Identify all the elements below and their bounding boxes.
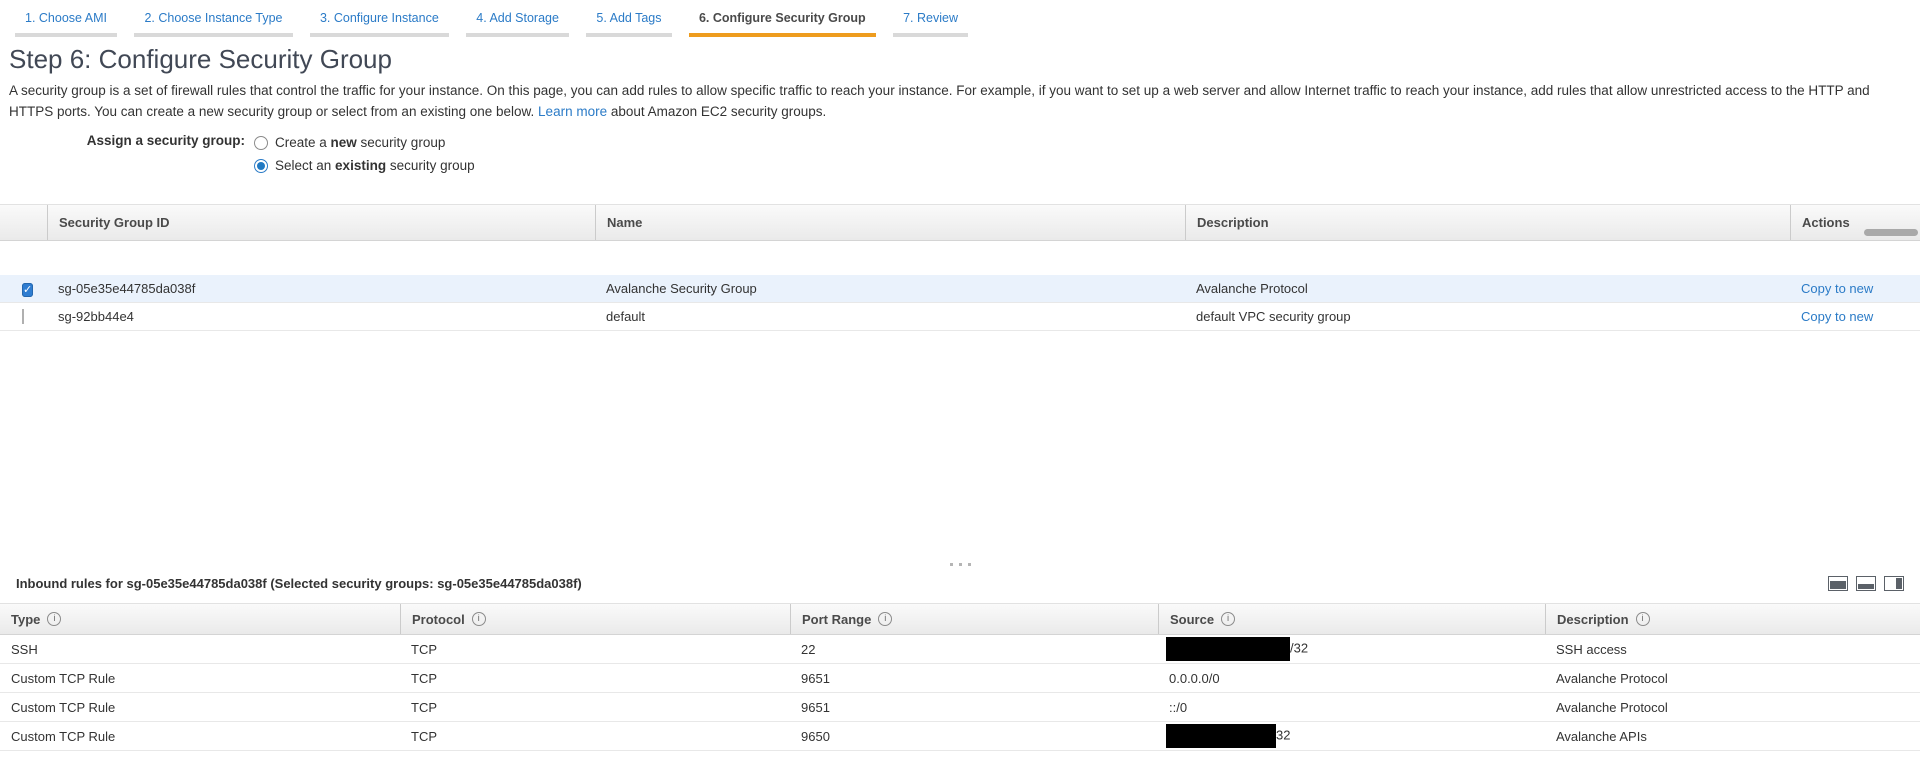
radio-select-existing-group[interactable]: Select an existing security group — [254, 154, 475, 177]
layout-full-icon[interactable] — [1828, 576, 1848, 591]
cell-port-range: 9651 — [790, 700, 1158, 715]
header-description: Descriptioni — [1545, 604, 1920, 634]
tab-configure-security-group[interactable]: 6. Configure Security Group — [689, 8, 876, 37]
drag-dot-icon — [968, 563, 971, 566]
table-row[interactable]: sg-92bb44e4 default default VPC security… — [0, 303, 1920, 331]
tab-add-tags[interactable]: 5. Add Tags — [586, 8, 671, 37]
horizontal-scrollbar-thumb[interactable] — [1864, 229, 1918, 236]
layout-split-horizontal-icon[interactable] — [1856, 576, 1876, 591]
cell-protocol: TCP — [400, 671, 790, 686]
drag-dot-icon — [950, 563, 953, 566]
header-security-group-id: Security Group ID — [47, 205, 595, 240]
cell-security-group-id: sg-05e35e44785da038f — [47, 281, 595, 296]
cell-security-group-id: sg-92bb44e4 — [47, 309, 595, 324]
security-groups-table-header: Security Group ID Name Description Actio… — [0, 204, 1920, 241]
inbound-rule-row: SSH TCP 22 /32 SSH access — [0, 635, 1920, 664]
cell-port-range: 9650 — [790, 729, 1158, 744]
cell-port-range: 9651 — [790, 671, 1158, 686]
row-checkbox-unchecked[interactable] — [22, 309, 24, 324]
page-title: Step 6: Configure Security Group — [9, 44, 1920, 75]
assign-security-group-label: Assign a security group: — [0, 131, 245, 177]
security-groups-table: Security Group ID Name Description Actio… — [0, 204, 1920, 331]
cell-protocol: TCP — [400, 642, 790, 657]
cell-source: /32 — [1158, 637, 1545, 661]
cell-description: SSH access — [1545, 642, 1920, 657]
description-text-suffix: about Amazon EC2 security groups. — [611, 104, 826, 119]
inbound-rules-titlebar: Inbound rules for sg-05e35e44785da038f (… — [16, 572, 1904, 594]
empty-table-area — [0, 331, 1920, 558]
wizard-page: 1. Choose AMI 2. Choose Instance Type 3.… — [0, 0, 1920, 768]
description-text: A security group is a set of firewall ru… — [9, 83, 1870, 119]
cell-type: Custom TCP Rule — [0, 729, 400, 744]
radio-label: Select an existing security group — [275, 158, 475, 173]
inbound-rules-title: Inbound rules for sg-05e35e44785da038f (… — [16, 576, 582, 591]
inbound-rule-row: Custom TCP Rule TCP 9650 32 Avalanche AP… — [0, 722, 1920, 751]
inbound-rules-table: Typei Protocoli Port Rangei Sourcei Desc… — [0, 603, 1920, 751]
cell-description: default VPC security group — [1185, 309, 1790, 324]
tab-configure-instance[interactable]: 3. Configure Instance — [310, 8, 449, 37]
radio-label: Create a new security group — [275, 135, 445, 150]
cell-protocol: TCP — [400, 700, 790, 715]
info-icon[interactable]: i — [47, 612, 61, 626]
learn-more-link[interactable]: Learn more — [538, 104, 607, 119]
cell-source: 32 — [1158, 724, 1545, 748]
panel-resize-handle[interactable] — [0, 558, 1920, 570]
cell-description: Avalanche Protocol — [1545, 671, 1920, 686]
info-icon[interactable]: i — [1636, 612, 1650, 626]
cell-name: default — [595, 309, 1185, 324]
header-description: Description — [1185, 205, 1790, 240]
radio-circle-icon[interactable] — [254, 136, 268, 150]
inbound-rule-row: Custom TCP Rule TCP 9651 0.0.0.0/0 Avala… — [0, 664, 1920, 693]
header-port-range: Port Rangei — [790, 604, 1158, 634]
header-source: Sourcei — [1158, 604, 1545, 634]
redacted-ip-block — [1166, 637, 1290, 661]
cell-source: ::/0 — [1158, 700, 1545, 715]
inbound-table-header: Typei Protocoli Port Rangei Sourcei Desc… — [0, 603, 1920, 635]
redacted-ip-block — [1166, 724, 1276, 748]
table-filter-spacer — [0, 241, 1920, 275]
cell-description: Avalanche Protocol — [1545, 700, 1920, 715]
header-protocol: Protocoli — [400, 604, 790, 634]
copy-to-new-link[interactable]: Copy to new — [1801, 309, 1873, 324]
cell-protocol: TCP — [400, 729, 790, 744]
row-checkbox-checked[interactable]: ✓ — [22, 283, 33, 297]
tab-choose-instance-type[interactable]: 2. Choose Instance Type — [134, 8, 292, 37]
wizard-step-tabs: 1. Choose AMI 2. Choose Instance Type 3.… — [0, 0, 1920, 37]
cell-type: Custom TCP Rule — [0, 671, 400, 686]
tab-choose-ami[interactable]: 1. Choose AMI — [15, 8, 117, 37]
info-icon[interactable]: i — [878, 612, 892, 626]
tab-review[interactable]: 7. Review — [893, 8, 968, 37]
cell-port-range: 22 — [790, 642, 1158, 657]
table-row[interactable]: ✓ sg-05e35e44785da038f Avalanche Securit… — [0, 275, 1920, 303]
page-description: A security group is a set of firewall ru… — [9, 80, 1889, 122]
cell-type: SSH — [0, 642, 400, 657]
inbound-rule-row: Custom TCP Rule TCP 9651 ::/0 Avalanche … — [0, 693, 1920, 722]
cell-source: 0.0.0.0/0 — [1158, 671, 1545, 686]
drag-dot-icon — [959, 563, 962, 566]
radio-circle-selected-icon[interactable] — [254, 159, 268, 173]
info-icon[interactable]: i — [472, 612, 486, 626]
view-layout-toggles — [1820, 576, 1904, 591]
assign-security-group: Assign a security group: Create a new se… — [0, 131, 1920, 177]
cell-description: Avalanche APIs — [1545, 729, 1920, 744]
info-icon[interactable]: i — [1221, 612, 1235, 626]
copy-to-new-link[interactable]: Copy to new — [1801, 281, 1873, 296]
cell-type: Custom TCP Rule — [0, 700, 400, 715]
header-type: Typei — [0, 604, 400, 634]
cell-description: Avalanche Protocol — [1185, 281, 1790, 296]
header-name: Name — [595, 205, 1185, 240]
radio-create-new-group[interactable]: Create a new security group — [254, 131, 475, 154]
cell-name: Avalanche Security Group — [595, 281, 1185, 296]
layout-split-vertical-icon[interactable] — [1884, 576, 1904, 591]
tab-add-storage[interactable]: 4. Add Storage — [466, 8, 569, 37]
header-checkbox-column — [0, 205, 47, 240]
